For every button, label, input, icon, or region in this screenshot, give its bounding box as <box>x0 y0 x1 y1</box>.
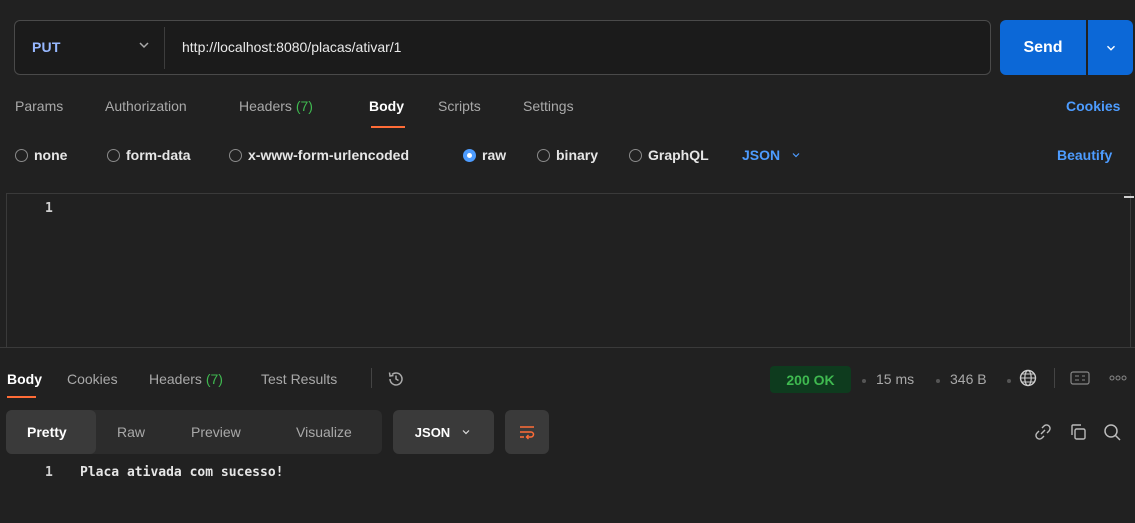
chevron-down-icon[interactable] <box>136 37 152 53</box>
radio-none[interactable]: none <box>15 147 67 163</box>
method-select[interactable]: PUT <box>32 39 61 55</box>
chevron-down-icon <box>790 149 802 161</box>
pane-resize-divider[interactable] <box>0 347 1135 348</box>
view-preview[interactable]: Preview <box>191 424 241 440</box>
url-input[interactable]: http://localhost:8080/placas/ativar/1 <box>182 39 401 55</box>
chevron-down-icon <box>460 426 472 438</box>
wrap-lines-icon <box>518 424 536 440</box>
globe-icon[interactable] <box>1018 368 1038 388</box>
response-size[interactable]: 346 B <box>950 371 987 387</box>
cookies-link[interactable]: Cookies <box>1066 98 1120 114</box>
url-bar: PUT http://localhost:8080/placas/ativar/… <box>14 20 991 75</box>
headers-count-badge: (7) <box>295 98 313 114</box>
radio-graphql-label: GraphQL <box>648 147 709 163</box>
response-tab-headers[interactable]: Headers (7) <box>149 371 223 387</box>
response-line-number: 1 <box>45 465 53 480</box>
search-icon[interactable] <box>1102 422 1122 442</box>
radio-form-data[interactable]: form-data <box>107 147 191 163</box>
radio-circle <box>229 148 242 162</box>
radio-graphql[interactable]: GraphQL <box>629 147 709 163</box>
tab-headers-label: Headers <box>239 98 292 114</box>
radio-none-label: none <box>34 147 68 163</box>
radio-urlencoded[interactable]: x-www-form-urlencoded <box>229 147 409 163</box>
toolbar-divider <box>371 368 372 388</box>
tab-authorization[interactable]: Authorization <box>105 98 187 114</box>
radio-circle <box>629 148 642 162</box>
language-select-label: JSON <box>742 147 781 163</box>
radio-binary[interactable]: binary <box>537 147 598 163</box>
response-tab-test-results[interactable]: Test Results <box>261 371 337 387</box>
send-button[interactable]: Send <box>1000 20 1086 75</box>
beautify-link[interactable]: Beautify <box>1057 147 1112 163</box>
tab-params[interactable]: Params <box>15 98 63 114</box>
response-tab-headers-label: Headers <box>149 371 202 387</box>
radio-urlencoded-label: x-www-form-urlencoded <box>248 147 410 163</box>
language-select[interactable]: JSON <box>742 147 802 163</box>
view-visualize[interactable]: Visualize <box>296 424 352 440</box>
radio-raw[interactable]: raw <box>463 147 506 163</box>
chevron-down-icon <box>1104 41 1118 55</box>
tab-settings[interactable]: Settings <box>523 98 574 114</box>
radio-form-data-label: form-data <box>126 147 191 163</box>
editor-line-number: 1 <box>45 201 53 216</box>
response-active-tab-indicator <box>7 396 36 398</box>
response-time[interactable]: 15 ms <box>876 371 914 387</box>
link-icon[interactable] <box>1033 422 1053 442</box>
radio-circle-selected <box>463 148 476 162</box>
response-format-label: JSON <box>414 424 451 440</box>
save-example-icon[interactable] <box>1070 371 1090 385</box>
separator-dot <box>862 379 866 383</box>
wrap-lines-button[interactable] <box>505 410 549 454</box>
toolbar-divider <box>1054 368 1055 388</box>
tab-body[interactable]: Body <box>369 98 404 114</box>
more-options-icon[interactable] <box>1108 374 1128 382</box>
separator-dot <box>936 379 940 383</box>
radio-circle <box>15 148 28 162</box>
radio-circle <box>537 148 550 162</box>
radio-circle <box>107 148 120 162</box>
active-tab-indicator <box>371 126 405 128</box>
separator-dot <box>1007 379 1011 383</box>
history-icon[interactable] <box>386 369 406 389</box>
response-tab-body[interactable]: Body <box>7 371 42 387</box>
copy-icon[interactable] <box>1068 422 1088 442</box>
tab-scripts[interactable]: Scripts <box>438 98 481 114</box>
url-divider <box>164 27 165 69</box>
editor-scrollbar[interactable] <box>1124 196 1134 198</box>
response-headers-count: (7) <box>205 371 223 387</box>
response-body-text[interactable]: Placa ativada com sucesso! <box>80 465 284 480</box>
view-pretty[interactable]: Pretty <box>27 424 67 440</box>
view-raw[interactable]: Raw <box>117 424 145 440</box>
tab-headers[interactable]: Headers (7) <box>239 98 313 114</box>
response-format-select[interactable]: JSON <box>393 410 494 454</box>
radio-raw-label: raw <box>482 147 507 163</box>
status-badge[interactable]: 200 OK <box>770 366 851 393</box>
send-dropdown-button[interactable] <box>1088 20 1133 75</box>
response-tab-cookies[interactable]: Cookies <box>67 371 118 387</box>
request-body-editor[interactable] <box>6 193 1131 348</box>
radio-binary-label: binary <box>556 147 599 163</box>
